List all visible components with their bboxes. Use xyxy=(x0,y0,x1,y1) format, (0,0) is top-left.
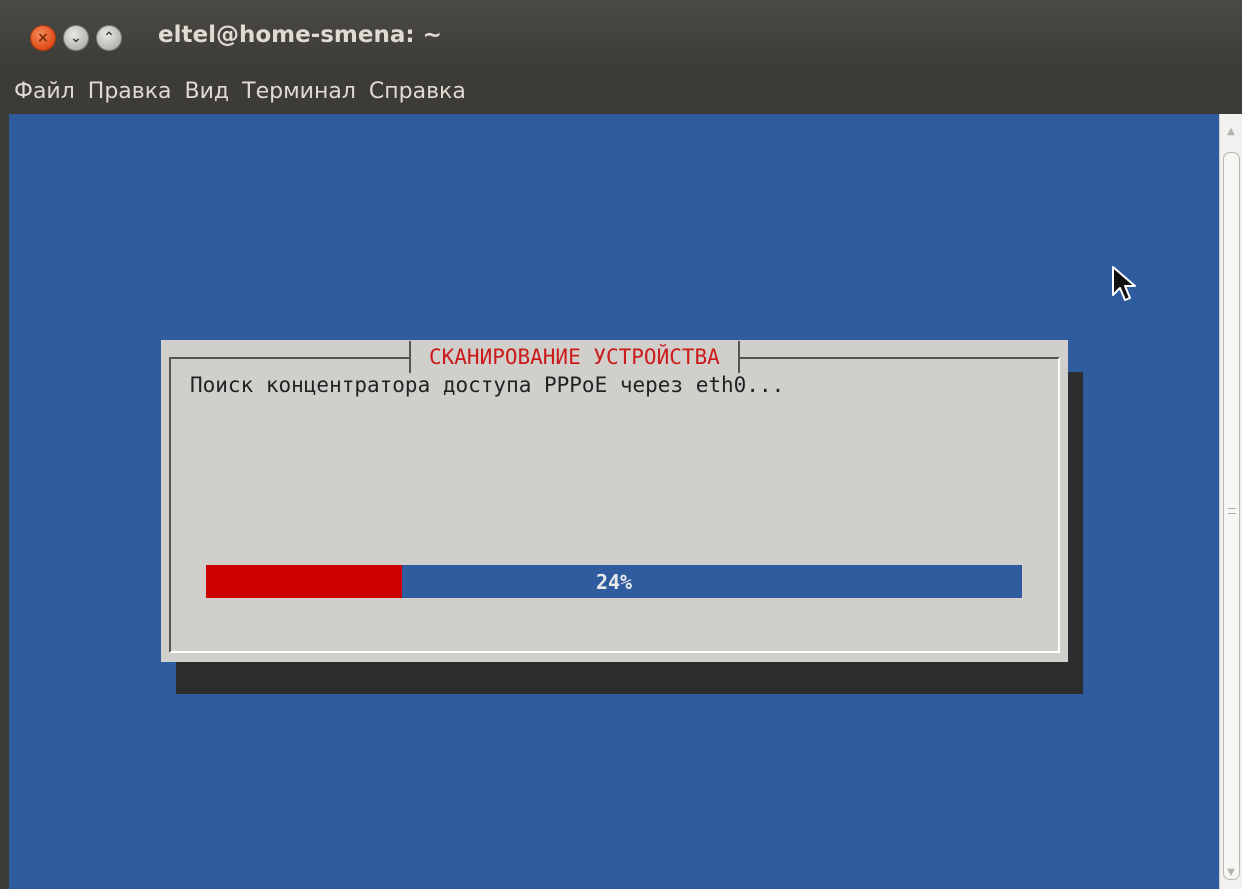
close-icon[interactable]: × xyxy=(30,25,56,51)
window-title: eltel@home-smena: ~ xyxy=(158,22,442,48)
menu-view[interactable]: Вид xyxy=(185,79,230,104)
mouse-pointer-icon xyxy=(1112,266,1136,301)
scroll-up-icon[interactable]: ▲ xyxy=(1220,118,1242,144)
menu-help[interactable]: Справка xyxy=(369,79,466,104)
maximize-icon[interactable]: ⌃ xyxy=(96,25,122,51)
progress-label: 24% xyxy=(595,569,633,594)
menu-file[interactable]: Файл xyxy=(14,79,75,104)
scroll-down-icon[interactable]: ▼ xyxy=(1220,859,1242,885)
dialog-frame xyxy=(169,357,1060,653)
scan-dialog: СКАНИРОВАНИЕ УСТРОЙСТВА Поиск концентрат… xyxy=(161,340,1068,662)
window-controls: × ⌄ ⌃ xyxy=(30,24,129,52)
dialog-title: СКАНИРОВАНИЕ УСТРОЙСТВА xyxy=(409,341,740,373)
title-bar[interactable]: × ⌄ ⌃ eltel@home-smena: ~ xyxy=(0,0,1242,70)
progress-bar: 24% xyxy=(206,565,1022,598)
vertical-scrollbar[interactable]: ▲ ▼ xyxy=(1219,114,1242,889)
dialog-message: Поиск концентратора доступа PPPoE через … xyxy=(190,373,785,397)
scrollbar-thumb[interactable] xyxy=(1223,152,1240,880)
menu-bar: Файл Правка Вид Терминал Справка xyxy=(0,70,1242,112)
terminal-window: × ⌄ ⌃ eltel@home-smena: ~ Файл Правка Ви… xyxy=(0,0,1242,889)
scrollbar-grip xyxy=(1228,508,1236,514)
menu-terminal[interactable]: Терминал xyxy=(242,79,356,104)
menu-edit[interactable]: Правка xyxy=(88,79,172,104)
minimize-icon[interactable]: ⌄ xyxy=(63,25,89,51)
